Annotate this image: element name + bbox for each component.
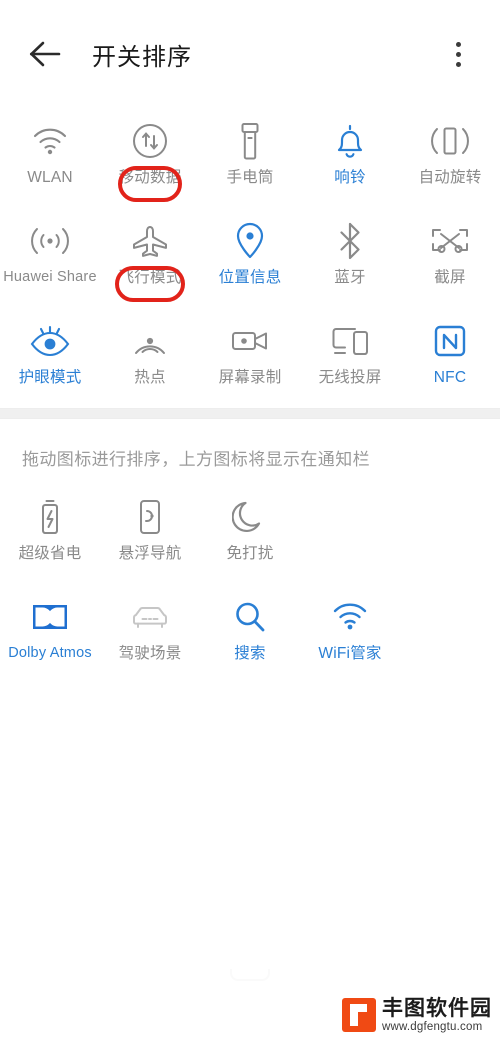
- tile-label: 护眼模式: [18, 369, 82, 386]
- hotspot-icon: [130, 318, 170, 364]
- tile-label: Huawei Share: [3, 269, 97, 285]
- site-watermark: 丰图软件园 www.dgfengtu.com: [342, 998, 492, 1034]
- tile-label: Dolby Atmos: [8, 645, 92, 661]
- notification-shade-grid: WLAN 移动数据 手电筒 响铃 自动旋转 Huawei Share 飞行模式 …: [0, 108, 500, 408]
- tile-wlan[interactable]: WLAN: [0, 108, 100, 208]
- sort-hint-text: 拖动图标进行排序，上方图标将显示在通知栏: [22, 450, 370, 469]
- screen-record-icon: [229, 318, 271, 364]
- tile-screen-recorder[interactable]: 屏幕录制: [200, 308, 300, 408]
- tile-empty-c: [400, 584, 500, 684]
- section-divider: [0, 408, 500, 419]
- more-vertical-icon: [455, 61, 461, 67]
- tile-location[interactable]: 位置信息: [200, 208, 300, 308]
- airplane-icon: [130, 218, 170, 264]
- flashlight-icon: [237, 118, 263, 164]
- page-title: 开关排序: [92, 43, 192, 71]
- tile-label: 搜索: [234, 645, 266, 662]
- more-vertical-icon: [455, 41, 461, 47]
- watermark-site-name: 丰图软件园: [382, 996, 492, 1020]
- arrow-left-icon: [29, 41, 61, 67]
- tile-label: WiFi管家: [318, 645, 382, 662]
- tile-label: 位置信息: [218, 269, 282, 286]
- more-vertical-icon: [455, 51, 461, 57]
- tile-auto-rotate[interactable]: 自动旋转: [400, 108, 500, 208]
- tile-label: 热点: [134, 369, 166, 386]
- back-button[interactable]: [24, 33, 66, 75]
- tile-do-not-disturb[interactable]: 免打扰: [200, 484, 300, 584]
- tile-empty-b: [400, 484, 500, 584]
- tile-ultra-power-saving[interactable]: 超级省电: [0, 484, 100, 584]
- watermark-site-url: www.dgfengtu.com: [382, 1020, 483, 1033]
- tile-label: NFC: [433, 369, 467, 386]
- cast-screen-icon: [329, 318, 371, 364]
- tile-floating-navigation[interactable]: 悬浮导航: [100, 484, 200, 584]
- tile-ring[interactable]: 响铃: [300, 108, 400, 208]
- tile-label: 悬浮导航: [118, 545, 182, 562]
- tile-label: 移动数据: [118, 169, 182, 186]
- tile-label: 飞行模式: [118, 269, 182, 286]
- tile-flashlight[interactable]: 手电筒: [200, 108, 300, 208]
- bluetooth-icon: [336, 218, 364, 264]
- eye-comfort-icon: [28, 318, 72, 364]
- tile-screenshot[interactable]: 截屏: [400, 208, 500, 308]
- tile-label: 手电筒: [226, 169, 274, 186]
- overflow-menu-button[interactable]: [440, 34, 476, 74]
- system-navigation-hint: [0, 969, 500, 981]
- tile-nfc[interactable]: NFC: [400, 308, 500, 408]
- tile-label: 蓝牙: [334, 269, 366, 286]
- bell-icon: [332, 118, 368, 164]
- screenshot-icon: [429, 218, 471, 264]
- tile-wifi-manager[interactable]: WiFi管家: [300, 584, 400, 684]
- tile-dolby-atmos[interactable]: Dolby Atmos: [0, 584, 100, 684]
- watermark-logo-icon: [342, 998, 376, 1033]
- nfc-icon: [433, 318, 467, 364]
- car-icon: [129, 594, 171, 640]
- tile-label: 无线投屏: [318, 369, 382, 386]
- tile-label: 驾驶场景: [118, 645, 182, 662]
- tile-driving-mode[interactable]: 驾驶场景: [100, 584, 200, 684]
- tile-label: 免打扰: [226, 545, 274, 562]
- tile-label: 自动旋转: [418, 169, 482, 186]
- available-switches-grid: 超级省电 悬浮导航 免打扰 Dolby Atmos 驾驶场景 搜索 WiFi管家: [0, 484, 500, 684]
- tile-empty-a: [300, 484, 400, 584]
- nav-bar-indicator-icon: [230, 969, 270, 981]
- tile-label: WLAN: [27, 169, 73, 186]
- tile-label: 屏幕录制: [218, 369, 282, 386]
- battery-saver-icon: [37, 494, 63, 540]
- location-pin-icon: [234, 218, 266, 264]
- do-not-disturb-icon: [232, 494, 268, 540]
- auto-rotate-icon: [429, 118, 471, 164]
- tile-hotspot[interactable]: 热点: [100, 308, 200, 408]
- tile-huawei-share[interactable]: Huawei Share: [0, 208, 100, 308]
- tile-airplane-mode[interactable]: 飞行模式: [100, 208, 200, 308]
- wifi-manager-icon: [330, 594, 370, 640]
- tile-bluetooth[interactable]: 蓝牙: [300, 208, 400, 308]
- tile-label: 响铃: [334, 169, 366, 186]
- tile-search[interactable]: 搜索: [200, 584, 300, 684]
- tile-eye-comfort[interactable]: 护眼模式: [0, 308, 100, 408]
- app-header: 开关排序: [0, 0, 500, 108]
- search-icon: [233, 594, 267, 640]
- mobile-data-icon: [131, 118, 169, 164]
- wifi-icon: [30, 118, 70, 164]
- tile-label: 截屏: [434, 269, 466, 286]
- tile-label: 超级省电: [18, 545, 82, 562]
- tile-mobile-data[interactable]: 移动数据: [100, 108, 200, 208]
- floating-nav-icon: [136, 494, 164, 540]
- huawei-share-icon: [28, 218, 72, 264]
- tile-wireless-projection[interactable]: 无线投屏: [300, 308, 400, 408]
- dolby-atmos-icon: [31, 594, 69, 640]
